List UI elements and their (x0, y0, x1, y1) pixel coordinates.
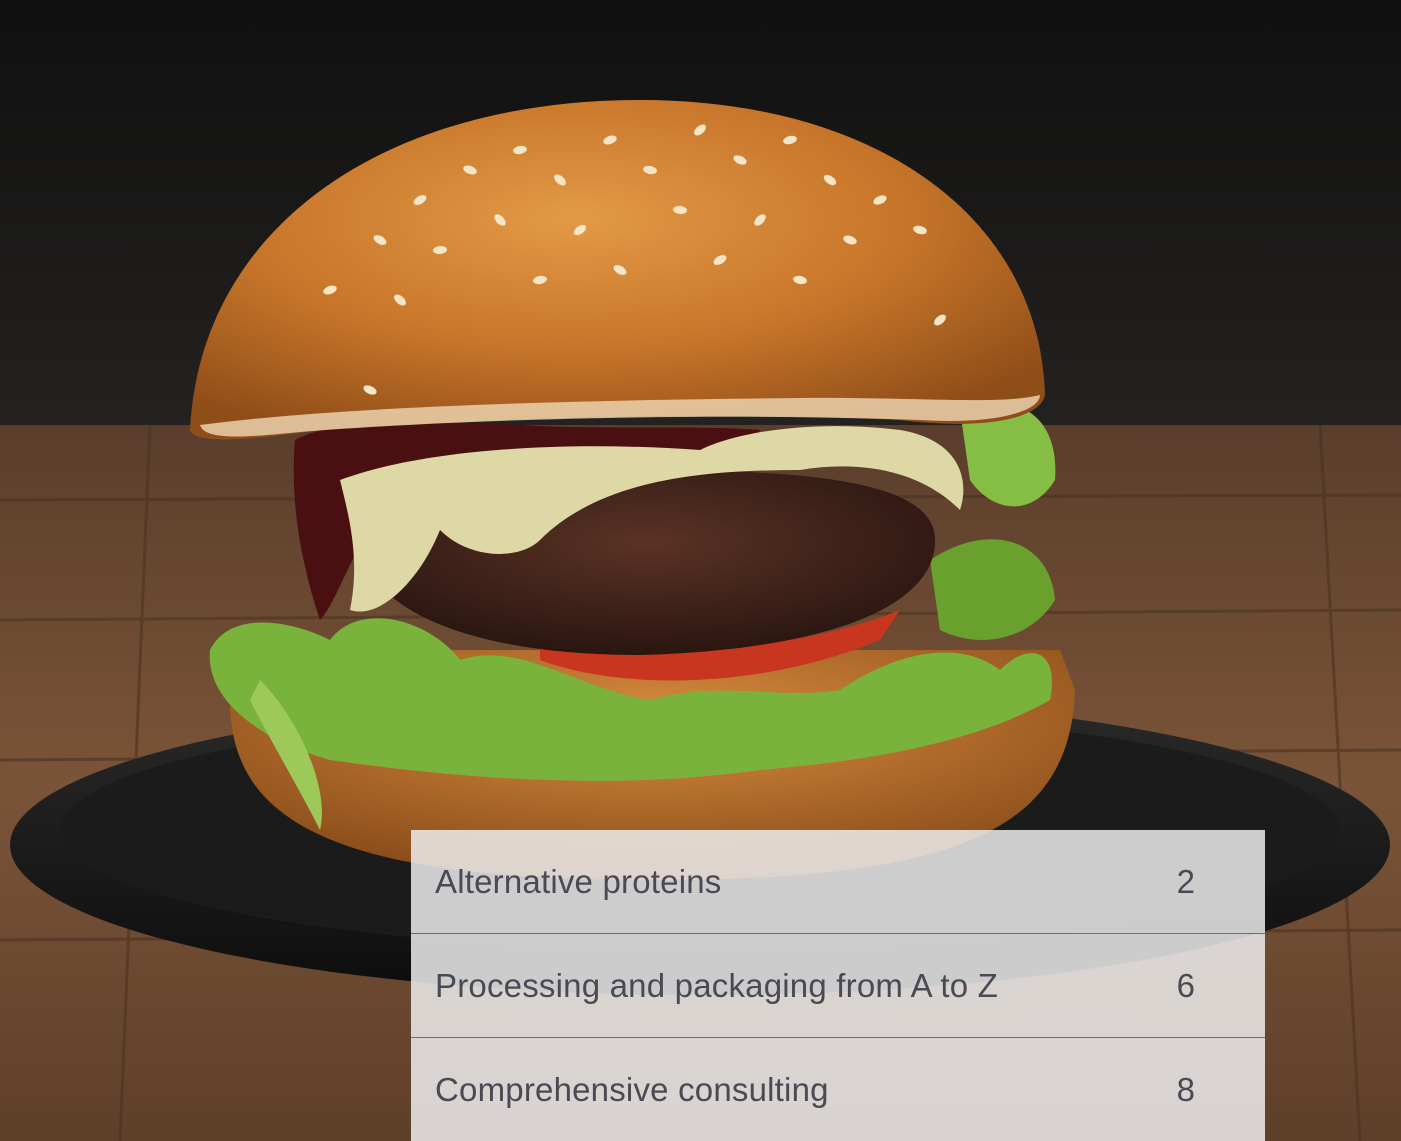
toc-item-processing-and-packaging[interactable]: Processing and packaging from A to Z 6 (411, 934, 1265, 1037)
toc-item-label: Alternative proteins (435, 862, 722, 900)
toc-item-label: Processing and packaging from A to Z (435, 966, 999, 1004)
toc-item-page-number: 6 (1176, 966, 1195, 1004)
toc-item-page-number: 2 (1176, 862, 1195, 900)
toc-item-label: Comprehensive consulting (435, 1070, 829, 1108)
toc-item-alternative-proteins[interactable]: Alternative proteins 2 (411, 830, 1265, 933)
toc-item-comprehensive-consulting[interactable]: Comprehensive consulting 8 (411, 1038, 1265, 1141)
table-of-contents: Alternative proteins 2 Processing and pa… (411, 830, 1265, 1141)
toc-item-page-number: 8 (1176, 1070, 1195, 1108)
